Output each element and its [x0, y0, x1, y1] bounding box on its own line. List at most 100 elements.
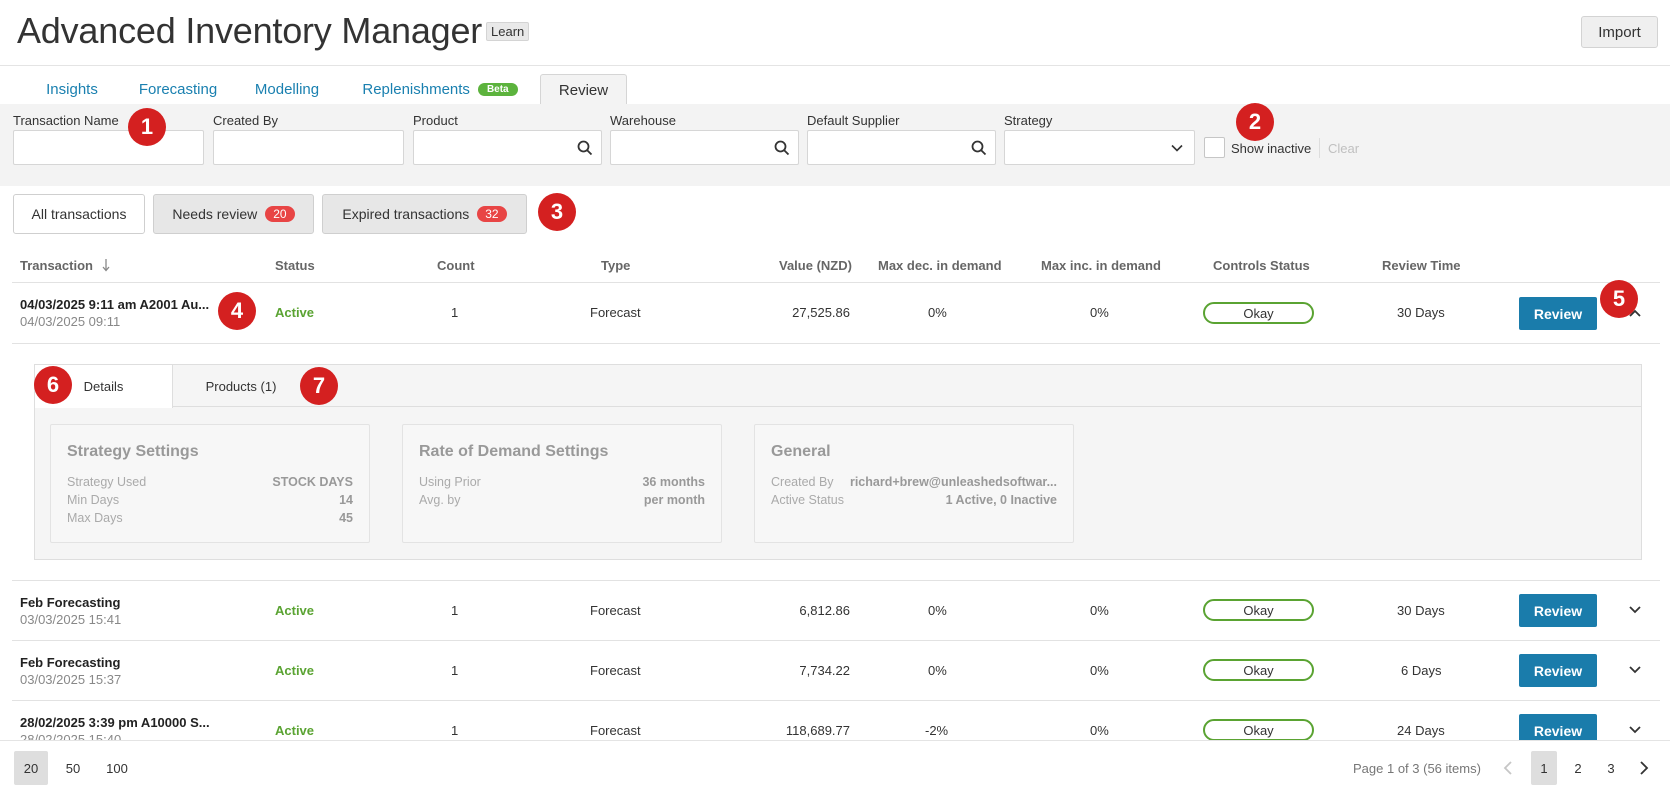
- type-cell: Forecast: [590, 603, 641, 618]
- tab-forecasting[interactable]: Forecasting: [131, 74, 225, 105]
- search-icon[interactable]: [774, 140, 790, 156]
- chevron-right-icon[interactable]: [1636, 760, 1652, 776]
- review-button[interactable]: Review: [1519, 654, 1597, 687]
- tab-review[interactable]: Review: [540, 74, 627, 105]
- transaction-name: Feb Forecasting: [20, 595, 121, 610]
- created-by-value: richard+brew@unleashedsoftwar...: [849, 475, 1057, 489]
- page-size-20[interactable]: 20: [14, 751, 48, 785]
- chevron-down-icon[interactable]: [1627, 602, 1643, 618]
- min-days-key: Min Days: [67, 493, 120, 507]
- expired-transactions-count: 32: [477, 206, 507, 222]
- page-1-button[interactable]: 1: [1531, 751, 1557, 785]
- annotation-marker-1: 1: [128, 108, 166, 146]
- controls-status-badge: Okay: [1203, 719, 1314, 741]
- tab-products[interactable]: Products (1): [173, 365, 309, 407]
- table-row[interactable]: Feb Forecasting 03/03/2025 15:37 Active …: [0, 640, 1670, 700]
- strategy-used-value: STOCK DAYS: [272, 475, 353, 489]
- tab-replenishments-label: Replenishments: [362, 81, 470, 98]
- expired-transactions-button[interactable]: Expired transactions 32: [322, 194, 527, 234]
- col-transaction[interactable]: Transaction: [20, 258, 111, 273]
- expired-transactions-label: Expired transactions: [342, 206, 470, 222]
- filter-bar: Transaction Name Created By Product Ware…: [0, 104, 1670, 186]
- avg-by-value: per month: [643, 493, 705, 507]
- needs-review-count: 20: [265, 206, 295, 222]
- controls-status-badge: Okay: [1203, 599, 1314, 621]
- chevron-down-icon: [1171, 144, 1183, 152]
- product-label: Product: [413, 113, 458, 128]
- show-inactive-checkbox[interactable]: [1204, 137, 1225, 158]
- transaction-date: 03/03/2025 15:41: [20, 612, 122, 627]
- col-controls-status[interactable]: Controls Status: [1213, 258, 1310, 273]
- max-inc-cell: 0%: [1090, 305, 1109, 320]
- max-days-value: 45: [339, 511, 353, 525]
- show-inactive-label: Show inactive: [1231, 141, 1312, 156]
- col-review-time[interactable]: Review Time: [1382, 258, 1461, 273]
- count-cell: 1: [451, 723, 459, 738]
- import-button[interactable]: Import: [1581, 16, 1658, 48]
- min-days-value: 14: [339, 493, 353, 507]
- all-transactions-button[interactable]: All transactions: [13, 194, 145, 234]
- strategy-settings-card: Strategy Settings Strategy Used STOCK DAY…: [50, 424, 370, 543]
- annotation-marker-5: 5: [1600, 280, 1638, 318]
- warehouse-input[interactable]: [610, 130, 799, 165]
- clear-button[interactable]: Clear: [1328, 141, 1359, 156]
- avg-by-key: Avg. by: [419, 493, 461, 507]
- col-status[interactable]: Status: [275, 258, 315, 273]
- transaction-date: 03/03/2025 15:37: [20, 672, 122, 687]
- active-status-key: Active Status: [771, 493, 844, 507]
- transaction-name: 04/03/2025 9:11 am A2001 Au...: [20, 297, 210, 312]
- tab-replenishments[interactable]: Replenishments Beta: [355, 74, 525, 105]
- table-row[interactable]: Feb Forecasting 03/03/2025 15:41 Active …: [0, 580, 1670, 640]
- page-2-button[interactable]: 2: [1565, 751, 1591, 785]
- app-header: Advanced Inventory Manager Learn Import: [0, 0, 1670, 66]
- max-inc-cell: 0%: [1090, 723, 1109, 738]
- transaction-name-input[interactable]: [13, 130, 204, 165]
- pagination-footer: 20 50 100 Page 1 of 3 (56 items) 1 2 3: [0, 740, 1670, 801]
- page-3-button[interactable]: 3: [1598, 751, 1624, 785]
- rate-of-demand-title: Rate of Demand Settings: [419, 443, 609, 460]
- search-icon[interactable]: [971, 140, 987, 156]
- col-type[interactable]: Type: [601, 258, 630, 273]
- rate-of-demand-card: Rate of Demand Settings Using Prior 36 mo…: [402, 424, 722, 543]
- needs-review-button[interactable]: Needs review 20: [153, 194, 314, 234]
- using-prior-key: Using Prior: [419, 475, 481, 489]
- sort-down-icon[interactable]: [101, 258, 111, 272]
- general-title: General: [771, 443, 831, 460]
- transaction-detail-panel: Details Products (1) Strategy Settings S…: [34, 364, 1642, 560]
- col-value[interactable]: Value (NZD): [779, 258, 852, 273]
- review-button[interactable]: Review: [1519, 594, 1597, 627]
- col-max-dec[interactable]: Max dec. in demand: [878, 258, 1002, 273]
- learn-badge[interactable]: Learn: [486, 22, 530, 41]
- review-button[interactable]: Review: [1519, 297, 1597, 330]
- status-text: Active: [275, 723, 315, 738]
- default-supplier-input[interactable]: [807, 130, 996, 165]
- chevron-down-icon[interactable]: [1627, 722, 1643, 738]
- value-cell: 6,812.86: [799, 603, 850, 618]
- tab-modelling[interactable]: Modelling: [244, 74, 330, 105]
- max-inc-cell: 0%: [1090, 663, 1109, 678]
- col-count[interactable]: Count: [437, 258, 475, 273]
- count-cell: 1: [451, 663, 459, 678]
- max-dec-cell: -2%: [925, 723, 949, 738]
- chevron-left-icon[interactable]: [1500, 760, 1516, 776]
- strategy-select[interactable]: [1004, 130, 1195, 165]
- controls-status-badge: Okay: [1203, 302, 1314, 324]
- review-time-cell: 24 Days: [1397, 723, 1445, 738]
- search-icon[interactable]: [577, 140, 593, 156]
- col-max-inc[interactable]: Max inc. in demand: [1041, 258, 1161, 273]
- page-size-100[interactable]: 100: [100, 751, 134, 785]
- created-by-input[interactable]: [213, 130, 404, 165]
- value-cell: 27,525.86: [792, 305, 850, 320]
- transaction-date: 04/03/2025 09:11: [20, 314, 121, 329]
- chevron-down-icon[interactable]: [1627, 662, 1643, 678]
- product-input[interactable]: [413, 130, 602, 165]
- count-cell: 1: [451, 305, 459, 320]
- transaction-name: Feb Forecasting: [20, 655, 121, 670]
- general-card: General Created By richard+brew@unleashed…: [754, 424, 1074, 543]
- value-cell: 118,689.77: [785, 723, 850, 738]
- tab-insights[interactable]: Insights: [30, 74, 114, 105]
- main-tabs: Insights Forecasting Modelling Replenish…: [0, 74, 1670, 105]
- transaction-name: 28/02/2025 3:39 pm A10000 S...: [20, 715, 210, 730]
- detail-tabs: Details Products (1): [35, 365, 1641, 408]
- page-size-50[interactable]: 50: [56, 751, 90, 785]
